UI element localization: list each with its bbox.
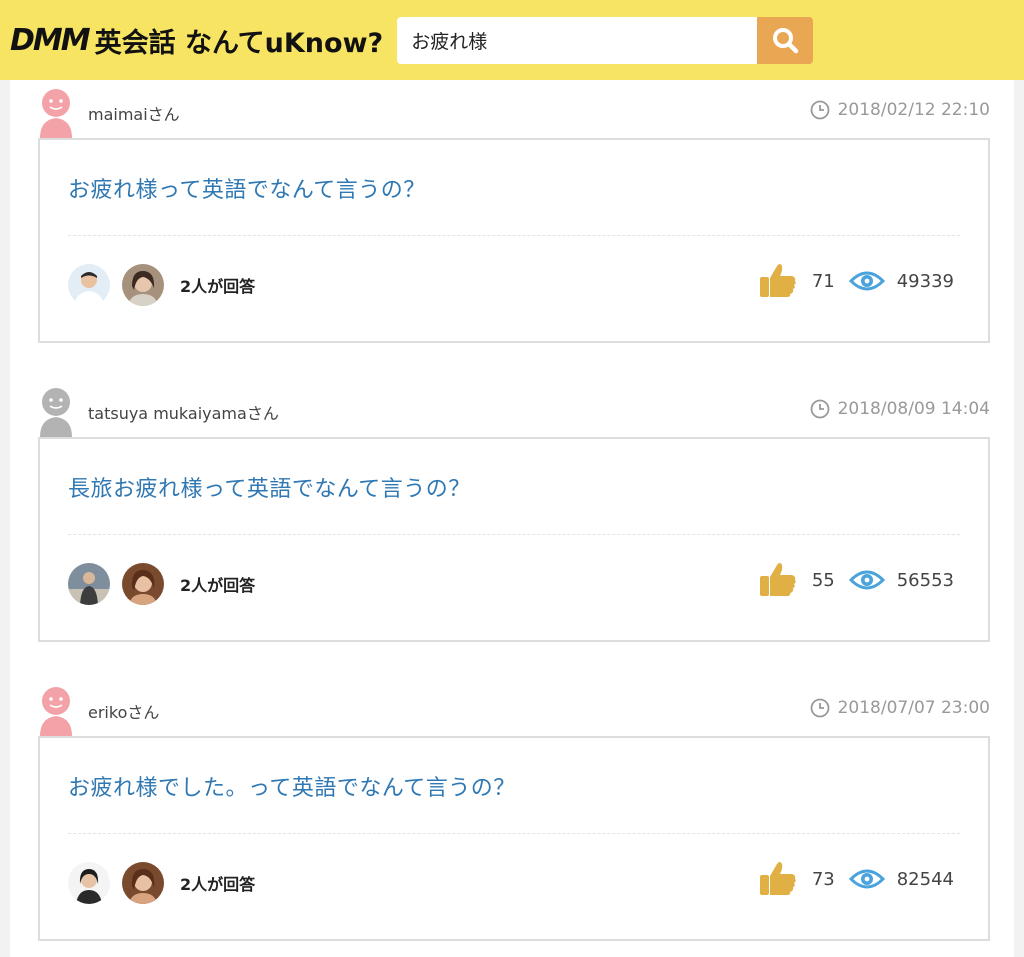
thumbs-up-icon[interactable] xyxy=(758,262,798,300)
answerer-avatar[interactable] xyxy=(68,862,110,904)
eye-icon xyxy=(848,570,885,590)
question-list: maimaiさん 2018/02/12 22:10 お疲れ様って英語でなんて言う… xyxy=(10,80,1014,957)
question-card[interactable]: お疲れ様って英語でなんて言うの？ 2人が回答 71 49339 xyxy=(38,138,990,343)
answerer-avatar[interactable] xyxy=(122,862,164,904)
card-divider xyxy=(68,833,960,834)
question-stats: 73 82544 xyxy=(758,860,954,898)
answerer-avatar[interactable] xyxy=(68,563,110,605)
question-meta: maimaiさん 2018/02/12 22:10 xyxy=(38,80,990,138)
user-avatar-icon xyxy=(40,388,72,437)
thumbs-up-icon[interactable] xyxy=(758,860,798,898)
question-title-link[interactable]: お疲れ様でした。って英語でなんて言うの？ xyxy=(68,770,516,802)
answerers: 2人が回答 xyxy=(68,563,255,605)
question-stats: 55 56553 xyxy=(758,561,954,599)
answerer-avatar[interactable] xyxy=(122,264,164,306)
thumbs-up-icon[interactable] xyxy=(758,561,798,599)
logo-brand: DMM xyxy=(10,22,91,58)
eye-icon xyxy=(848,271,885,291)
eye-icon xyxy=(848,869,885,889)
question-meta: tatsuya mukaiyamaさん 2018/08/09 14:04 xyxy=(38,379,990,437)
logo-name: 英会話 なんてuKnow? xyxy=(94,27,384,59)
question-title-link[interactable]: 長旅お疲れ様って英語でなんて言うの？ xyxy=(68,471,471,503)
username[interactable]: tatsuya mukaiyamaさん xyxy=(88,400,279,424)
answer-count: 2人が回答 xyxy=(180,576,256,595)
like-count: 71 xyxy=(811,270,835,292)
search-icon xyxy=(773,28,799,54)
like-count: 73 xyxy=(811,868,835,890)
answerers: 2人が回答 xyxy=(68,862,255,904)
question-meta: erikoさん 2018/07/07 23:00 xyxy=(38,678,990,736)
answer-count: 2人が回答 xyxy=(180,277,256,296)
username[interactable]: maimaiさん xyxy=(88,101,180,125)
timestamp-text: 2018/02/12 22:10 xyxy=(837,100,990,120)
like-count: 55 xyxy=(811,569,835,591)
site-header: DMM 英会話 なんてuKnow? xyxy=(0,0,1024,80)
site-logo[interactable]: DMM 英会話 なんてuKnow? xyxy=(10,21,383,60)
question-card[interactable]: 長旅お疲れ様って英語でなんて言うの？ 2人が回答 55 56553 xyxy=(38,437,990,642)
clock-icon xyxy=(810,399,830,419)
timestamp: 2018/07/07 23:00 xyxy=(810,698,990,718)
timestamp-text: 2018/07/07 23:00 xyxy=(837,698,990,718)
question-item: maimaiさん 2018/02/12 22:10 お疲れ様って英語でなんて言う… xyxy=(10,80,1014,343)
answerer-avatar[interactable] xyxy=(68,264,110,306)
answerer-avatar[interactable] xyxy=(122,563,164,605)
search-bar xyxy=(397,16,814,64)
answer-count: 2人が回答 xyxy=(180,875,256,894)
view-count: 49339 xyxy=(896,270,954,292)
clock-icon xyxy=(810,698,830,718)
timestamp: 2018/02/12 22:10 xyxy=(810,100,990,120)
card-divider xyxy=(68,534,960,535)
user-avatar-icon xyxy=(40,89,72,138)
view-count: 82544 xyxy=(896,868,954,890)
user-avatar-icon xyxy=(40,687,72,736)
question-item: tatsuya mukaiyamaさん 2018/08/09 14:04 長旅お… xyxy=(10,379,1014,642)
question-item: erikoさん 2018/07/07 23:00 お疲れ様でした。って英語でなん… xyxy=(10,678,1014,941)
timestamp-text: 2018/08/09 14:04 xyxy=(837,399,990,419)
timestamp: 2018/08/09 14:04 xyxy=(810,399,990,419)
username[interactable]: erikoさん xyxy=(88,699,159,723)
question-stats: 71 49339 xyxy=(758,262,954,300)
clock-icon xyxy=(810,100,830,120)
search-button[interactable] xyxy=(757,16,814,64)
question-title-link[interactable]: お疲れ様って英語でなんて言うの？ xyxy=(68,172,426,204)
question-card[interactable]: お疲れ様でした。って英語でなんて言うの？ 2人が回答 73 82544 xyxy=(38,736,990,941)
search-input[interactable] xyxy=(397,16,758,64)
answerers: 2人が回答 xyxy=(68,264,255,306)
view-count: 56553 xyxy=(896,569,954,591)
card-divider xyxy=(68,235,960,236)
